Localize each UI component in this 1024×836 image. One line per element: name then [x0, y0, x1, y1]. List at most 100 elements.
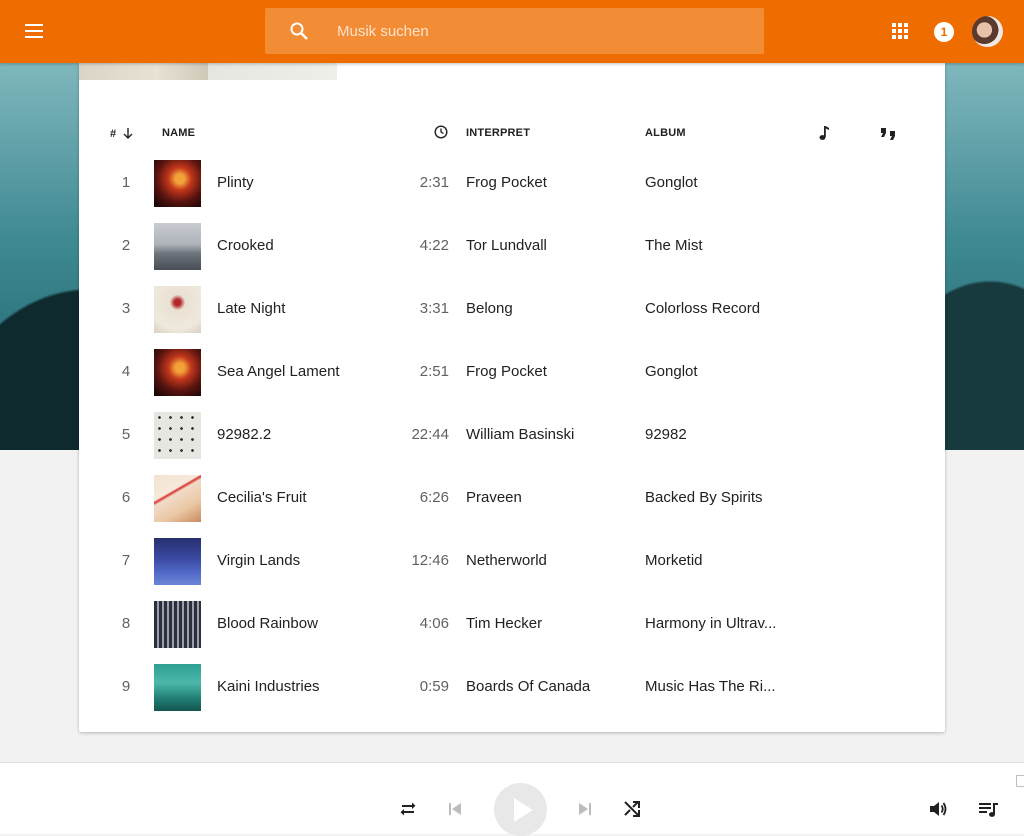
track-duration: 0:59 [419, 678, 449, 695]
track-number: 5 [121, 426, 131, 443]
track-duration: 4:06 [419, 615, 449, 632]
track-album[interactable]: The Mist [645, 237, 703, 254]
table-row[interactable]: 3 Late Night 3:31 Belong Colorloss Recor… [79, 277, 945, 340]
repeat-icon [400, 802, 416, 816]
tracklist-card: # NAME INTERPRET ALBUM 1 Plinty 2:31 Fro… [79, 63, 945, 732]
album-thumbnail [154, 349, 201, 396]
track-title: Cecilia's Fruit [217, 489, 307, 506]
expand-icon[interactable] [1016, 775, 1024, 787]
column-header-number[interactable]: # [110, 127, 134, 141]
track-album[interactable]: Gonglot [645, 363, 698, 380]
track-artist[interactable]: Tim Hecker [466, 615, 542, 632]
track-album[interactable]: Harmony in Ultrav... [645, 615, 776, 632]
track-duration: 6:26 [419, 489, 449, 506]
player-bar [0, 762, 1024, 836]
queue-music-icon [979, 803, 998, 817]
previous-button[interactable] [447, 801, 463, 817]
volume-icon [930, 802, 947, 816]
table-row[interactable]: 7 Virgin Lands 12:46 Netherworld Morketi… [79, 529, 945, 592]
album-thumbnail [154, 664, 201, 711]
track-title: Blood Rainbow [217, 615, 318, 632]
album-thumbnail [154, 223, 201, 270]
track-duration: 4:22 [419, 237, 449, 254]
album-thumbnail [154, 286, 201, 333]
track-album[interactable]: 92982 [645, 426, 687, 443]
column-header-name[interactable]: NAME [162, 127, 195, 141]
skip-previous-icon [449, 803, 461, 815]
menu-button[interactable] [22, 20, 48, 42]
queue-button[interactable] [978, 799, 1000, 819]
search-icon[interactable] [289, 21, 309, 41]
track-duration: 12:46 [411, 552, 449, 569]
arrow-down-icon [123, 128, 133, 139]
track-album[interactable]: Gonglot [645, 174, 698, 191]
track-duration: 2:31 [419, 174, 449, 191]
track-artist[interactable]: Netherworld [466, 552, 547, 569]
table-row[interactable]: 4 Sea Angel Lament 2:51 Frog Pocket Gong… [79, 340, 945, 403]
apps-grid-icon [892, 23, 908, 39]
track-album[interactable]: Music Has The Ri... [645, 678, 776, 695]
track-artist[interactable]: Boards Of Canada [466, 678, 590, 695]
track-title: Crooked [217, 237, 274, 254]
shuffle-button[interactable] [622, 799, 642, 819]
track-artist[interactable]: Praveen [466, 489, 522, 506]
notification-badge[interactable]: 1 [934, 22, 954, 42]
column-header-artist[interactable]: INTERPRET [466, 127, 530, 141]
track-duration: 22:44 [411, 426, 449, 443]
play-button[interactable] [494, 783, 547, 836]
avatar[interactable] [972, 16, 1003, 47]
skip-next-icon [579, 803, 591, 815]
track-album[interactable]: Colorloss Record [645, 300, 760, 317]
table-row[interactable]: 2 Crooked 4:22 Tor Lundvall The Mist [79, 214, 945, 277]
track-title: Plinty [217, 174, 254, 191]
track-duration: 2:51 [419, 363, 449, 380]
track-number: 8 [121, 615, 131, 632]
music-note-icon[interactable] [817, 125, 831, 141]
track-title: Late Night [217, 300, 286, 317]
album-thumbnail [154, 475, 201, 522]
next-button[interactable] [577, 801, 593, 817]
track-title: Sea Angel Lament [217, 363, 340, 380]
top-app-bar: 1 [0, 0, 1024, 63]
table-row[interactable]: 1 Plinty 2:31 Frog Pocket Gonglot [79, 151, 945, 214]
table-row[interactable]: 8 Blood Rainbow 4:06 Tim Hecker Harmony … [79, 592, 945, 655]
quote-icon[interactable] [880, 126, 898, 140]
album-art [208, 63, 337, 80]
album-art [79, 63, 208, 80]
track-artist[interactable]: Belong [466, 300, 513, 317]
track-title: 92982.2 [217, 426, 272, 443]
track-number: 3 [121, 300, 131, 317]
album-thumbnail [154, 538, 201, 585]
column-header-album[interactable]: ALBUM [645, 127, 686, 141]
track-artist[interactable]: Frog Pocket [466, 363, 547, 380]
track-artist[interactable]: Tor Lundvall [466, 237, 547, 254]
search-bar [265, 8, 764, 54]
table-row[interactable]: 6 Cecilia's Fruit 6:26 Praveen Backed By… [79, 466, 945, 529]
track-number: 7 [121, 552, 131, 569]
track-album[interactable]: Morketid [645, 552, 703, 569]
volume-button[interactable] [928, 799, 948, 819]
column-header-label: # [110, 128, 117, 140]
album-art-strip [79, 63, 338, 80]
track-artist[interactable]: William Basinski [466, 426, 574, 443]
clock-icon[interactable] [434, 125, 448, 139]
track-number: 4 [121, 363, 131, 380]
apps-button[interactable] [891, 22, 909, 40]
track-artist[interactable]: Frog Pocket [466, 174, 547, 191]
menu-icon [25, 24, 43, 38]
table-row[interactable]: 5 92982.2 22:44 William Basinski 92982 [79, 403, 945, 466]
track-number: 6 [121, 489, 131, 506]
search-input[interactable] [337, 8, 747, 54]
album-thumbnail [154, 601, 201, 648]
track-title: Virgin Lands [217, 552, 301, 569]
track-number: 1 [121, 174, 131, 191]
repeat-button[interactable] [398, 799, 418, 819]
album-thumbnail [154, 160, 201, 207]
album-thumbnail [154, 412, 201, 459]
track-number: 2 [121, 237, 131, 254]
play-icon [514, 798, 533, 822]
track-album[interactable]: Backed By Spirits [645, 489, 763, 506]
track-duration: 3:31 [419, 300, 449, 317]
shuffle-icon [624, 801, 640, 817]
table-row[interactable]: 9 Kaini Industries 0:59 Boards Of Canada… [79, 655, 945, 718]
